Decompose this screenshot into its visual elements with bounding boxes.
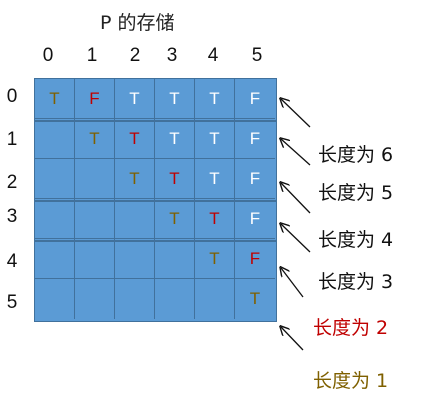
pointer-arrow [281, 99, 311, 128]
pointer-arrow [281, 139, 311, 166]
pointer-arrow [281, 183, 311, 214]
pointer-arrow [281, 327, 304, 351]
arrow-layer [0, 0, 311, 351]
pointer-arrow [281, 224, 311, 253]
pointer-arrow [281, 268, 304, 298]
